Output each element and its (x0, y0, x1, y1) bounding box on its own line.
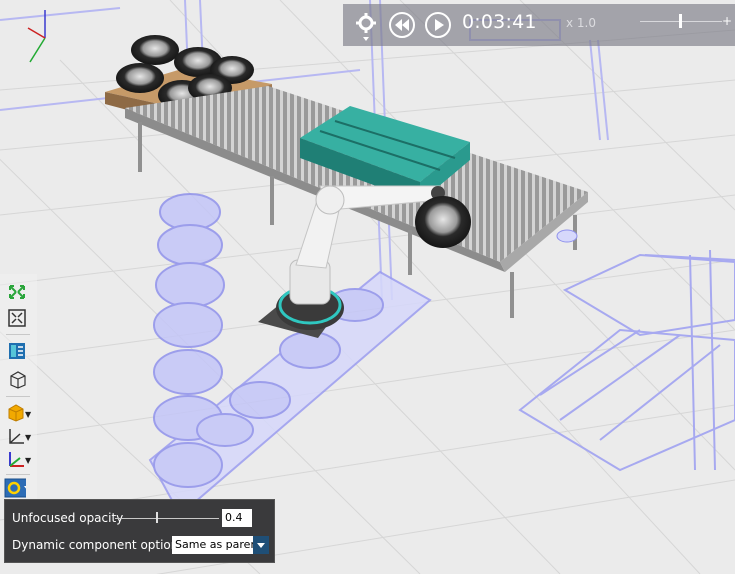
toolbar-separator (6, 474, 30, 475)
dropdown-arrow-icon[interactable]: ▼ (25, 456, 31, 465)
toolbar-separator (6, 334, 30, 335)
layout-icon[interactable] (6, 341, 28, 361)
dropdown-arrow-icon[interactable]: ▼ (25, 410, 31, 419)
gear-icon[interactable] (355, 12, 377, 42)
box-outline-icon[interactable] (6, 369, 28, 389)
toolbar-separator (6, 396, 30, 397)
playback-speed-label: x 1.0 (566, 16, 596, 30)
speed-slider-thumb[interactable] (679, 14, 682, 28)
rewind-icon[interactable] (388, 11, 416, 39)
unfocused-opacity-label: Unfocused opacity (12, 511, 124, 525)
play-icon[interactable] (424, 11, 452, 39)
unfocused-opacity-value[interactable]: 0.4 (222, 509, 252, 527)
expand-arrows-icon[interactable] (6, 282, 28, 302)
playback-time: 0:03:41 (462, 11, 537, 33)
dynamic-component-options-dropdown-button[interactable] (253, 536, 269, 554)
3d-viewport[interactable] (0, 0, 735, 574)
unfocused-opacity-slider-thumb[interactable] (156, 512, 158, 523)
component-visibility-icon[interactable] (4, 478, 26, 498)
speed-slider-end: + (722, 14, 733, 28)
chevron-down-icon (257, 543, 265, 548)
visibility-options-popup: Unfocused opacity 0.4 Dynamic component … (4, 499, 275, 563)
dynamic-component-options-label: Dynamic component options: (12, 538, 189, 552)
dropdown-arrow-icon[interactable]: ▼ (25, 433, 31, 442)
fit-view-icon[interactable] (6, 308, 28, 328)
ghost-tire (556, 229, 578, 243)
dynamic-component-options-select[interactable]: Same as parent (172, 536, 254, 554)
unfocused-opacity-slider[interactable] (115, 518, 219, 519)
